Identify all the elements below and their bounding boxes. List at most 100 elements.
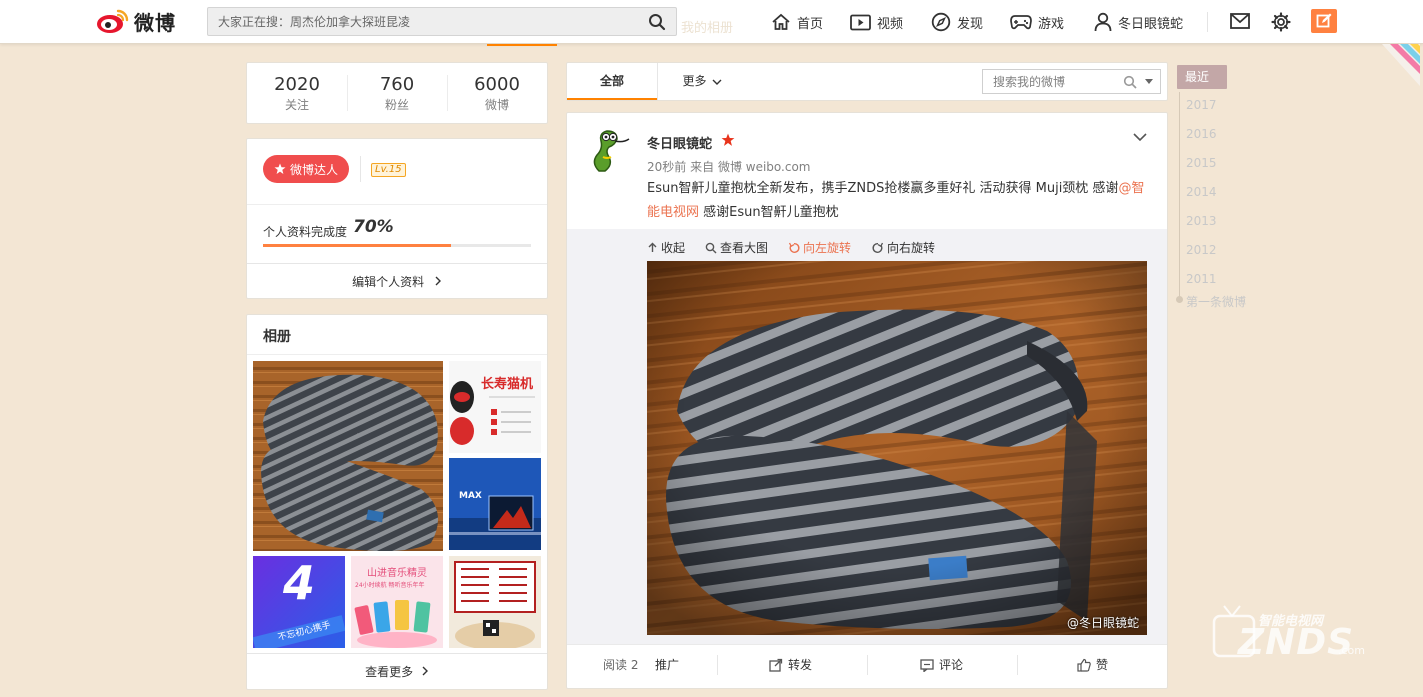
timeline-year[interactable]: 2016 <box>1186 127 1217 141</box>
tab-more[interactable]: 更多 <box>667 63 737 100</box>
tv-ad-title: MAX <box>459 491 482 501</box>
completion-percent: 70% <box>353 217 394 237</box>
nav-game[interactable]: 游戏 <box>1010 0 1064 44</box>
post-time[interactable]: 20秒前 <box>647 160 686 174</box>
timeline-first-post[interactable]: 第一条微博 <box>1186 293 1246 310</box>
caret-down-icon[interactable] <box>1145 79 1153 85</box>
album-title: 相册 <box>263 329 291 345</box>
album-photo-anniversary[interactable]: 4 不忘初心携手 <box>253 556 345 648</box>
album-more-label: 查看更多 <box>365 665 414 679</box>
forward-icon <box>769 658 783 672</box>
like-label: 赞 <box>1096 658 1109 672</box>
level-badge[interactable]: Lv.15 <box>371 163 406 177</box>
timeline-year[interactable]: 2012 <box>1186 243 1217 257</box>
active-tab-indicator <box>487 44 557 46</box>
stat-fans-num: 760 <box>379 74 415 95</box>
anniversary-number: 4 <box>283 556 316 610</box>
nav-home[interactable]: 首页 <box>771 0 823 44</box>
post-username[interactable]: 冬日眼镜蛇 <box>647 133 712 152</box>
chevron-down-icon <box>712 79 721 85</box>
video-icon <box>850 14 871 30</box>
tab-divider <box>657 63 658 100</box>
timeline-year[interactable]: 2015 <box>1186 156 1217 170</box>
tab-all[interactable]: 全部 <box>567 63 657 100</box>
post-text: Esun智鼾儿童抱枕全新发布，携手ZNDS抢楼赢多重好礼 活动获得 Muji颈枕… <box>647 177 1157 225</box>
timeline-year[interactable]: 2011 <box>1186 272 1217 286</box>
timeline-recent[interactable]: 最近 <box>1177 65 1227 89</box>
nav-discover[interactable]: 发现 <box>931 0 983 44</box>
timeline-year[interactable]: 2017 <box>1186 98 1217 112</box>
photo-watermark: @冬日眼镜蛇 <box>1066 616 1139 630</box>
post-source[interactable]: 微博 weibo.com <box>718 160 811 174</box>
view-large-label: 查看大图 <box>720 241 769 255</box>
weibo-logo-icon <box>97 9 129 33</box>
edit-profile-link[interactable]: 编辑个人资料 <box>247 263 547 299</box>
action-divider <box>867 655 868 675</box>
nav-video[interactable]: 视频 <box>850 0 903 44</box>
post-options-chevron-icon[interactable] <box>1133 132 1147 142</box>
post-action-bar: 阅读 2 推广 转发 评论 赞 <box>567 644 1167 684</box>
badge-divider <box>360 156 361 182</box>
divider <box>247 354 547 355</box>
tab-more-label: 更多 <box>682 74 707 88</box>
nav-video-label: 视频 <box>877 16 904 32</box>
post-source-prefix: 来自 <box>690 160 715 174</box>
znds-watermark: 智能电视网 ZNDS .com <box>1210 596 1370 669</box>
tv-ad-image <box>449 458 541 550</box>
top-navbar: 微博 我的相册 首页 视频 发现 游戏 冬日眼镜蛇 <box>0 0 1423 44</box>
album-photo-pillow[interactable] <box>253 361 443 551</box>
rotate-left-button[interactable]: 向左旋转 <box>788 239 851 256</box>
stat-following-num: 2020 <box>274 74 320 95</box>
corner-ribbon-icon[interactable] <box>1382 44 1420 86</box>
my-weibo-search-input[interactable] <box>983 70 1123 93</box>
stat-following[interactable]: 2020 关注 <box>247 73 347 113</box>
global-search-box <box>207 7 677 36</box>
nav-game-label: 游戏 <box>1038 16 1065 32</box>
collapse-button[interactable]: 收起 <box>647 239 685 256</box>
global-search-input[interactable] <box>208 8 638 35</box>
stat-following-label: 关注 <box>284 98 309 112</box>
stat-weibo[interactable]: 6000 微博 <box>447 73 547 113</box>
rotate-right-button[interactable]: 向右旋转 <box>872 239 935 256</box>
thumbs-up-icon <box>1077 658 1091 672</box>
gamepad-icon <box>1010 15 1032 30</box>
timeline-year[interactable]: 2013 <box>1186 214 1217 228</box>
compose-button[interactable] <box>1311 9 1337 33</box>
post-photo[interactable]: @冬日眼镜蛇 <box>647 261 1147 635</box>
vip-star-icon[interactable] <box>721 133 735 147</box>
edit-profile-label: 编辑个人资料 <box>352 275 425 289</box>
nav-discover-label: 发现 <box>957 16 984 32</box>
stat-fans[interactable]: 760 粉丝 <box>347 73 447 113</box>
forward-button[interactable]: 转发 <box>769 656 812 673</box>
music-ad-subtitle: 24小时续航 畅听音乐年年 <box>355 582 425 589</box>
settings-gear-icon[interactable] <box>1271 12 1291 32</box>
user-icon <box>1094 12 1112 32</box>
search-icon[interactable] <box>1123 75 1137 89</box>
pillow-photo-image <box>253 361 443 551</box>
action-divider <box>1017 655 1018 675</box>
timeline-year[interactable]: 2014 <box>1186 185 1217 199</box>
promote-button[interactable]: 推广 <box>655 656 679 673</box>
weibo-expert-badge[interactable]: 微博达人 <box>263 155 349 183</box>
album-photo-poster[interactable] <box>449 556 541 648</box>
album-photo-robot-ad[interactable]: 长寿猫机 <box>449 361 541 453</box>
comment-icon <box>920 658 934 672</box>
nav-user[interactable]: 冬日眼镜蛇 <box>1094 0 1183 44</box>
album-more-link[interactable]: 查看更多 <box>247 653 547 689</box>
completion-label: 个人资料完成度 <box>263 225 348 239</box>
mail-icon[interactable] <box>1230 13 1250 29</box>
my-weibo-search-box <box>982 69 1161 94</box>
music-ad-title: 山进音乐精灵 <box>367 568 427 579</box>
profile-card: 微博达人 Lv.15 个人资料完成度 70% 编辑个人资料 <box>246 138 548 299</box>
album-photo-tv-ad[interactable]: MAX <box>449 458 541 550</box>
weibo-logo[interactable]: 微博 <box>96 6 176 36</box>
post-text-part1: Esun智鼾儿童抱枕全新发布，携手ZNDS抢楼赢多重好礼 活动获得 Muji颈枕… <box>647 181 1119 196</box>
avatar[interactable] <box>585 127 633 175</box>
search-icon[interactable] <box>648 13 666 31</box>
like-button[interactable]: 赞 <box>1077 656 1108 673</box>
nav-home-label: 首页 <box>797 16 824 32</box>
view-large-button[interactable]: 查看大图 <box>705 239 768 256</box>
rotate-left-label: 向左旋转 <box>803 241 852 255</box>
comment-button[interactable]: 评论 <box>920 656 963 673</box>
album-photo-music-ad[interactable]: 山进音乐精灵 24小时续航 畅听音乐年年 <box>351 556 443 648</box>
